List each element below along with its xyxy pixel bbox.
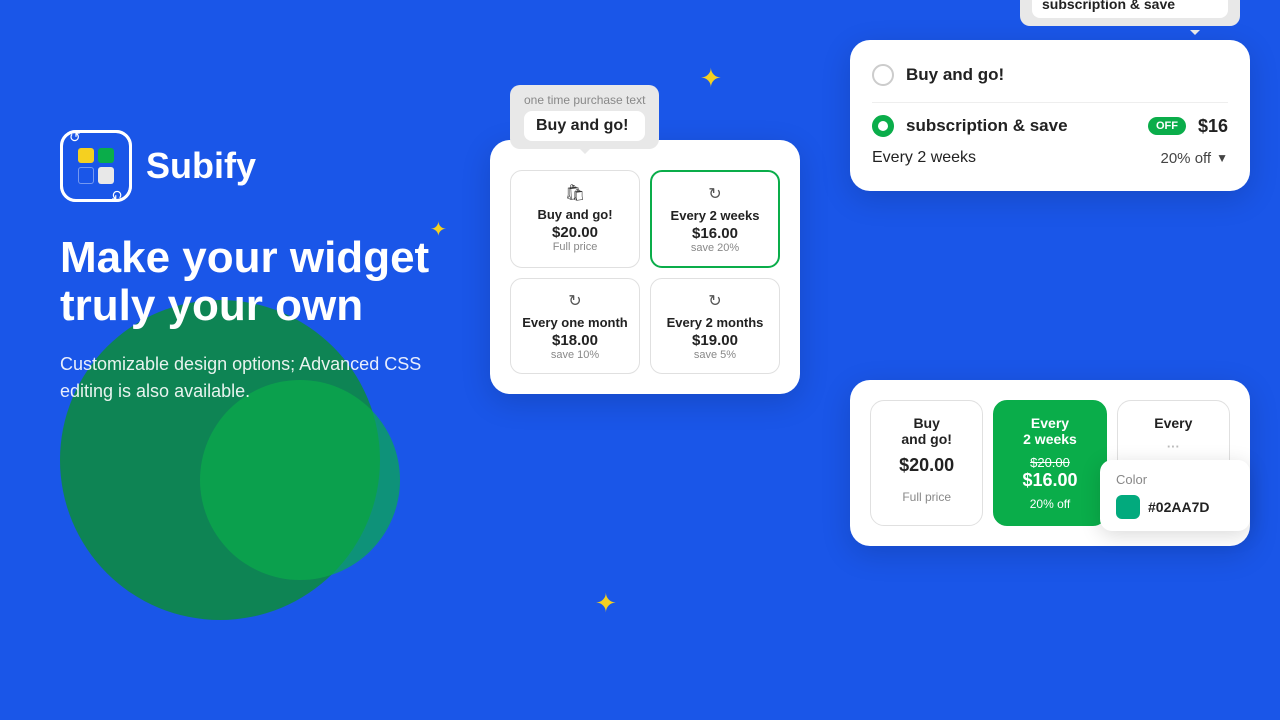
otp-tooltip-label: one time purchase text [524,93,645,107]
sub-price: $16 [1198,116,1228,137]
plan-2weeks-note: save 20% [662,242,768,254]
refresh-icon-1month: ↻ [568,291,581,311]
radio-buy-go[interactable] [872,64,894,86]
cpi-buy-go-title: Buyand go! [881,415,972,447]
plan-2weeks[interactable]: ↻ Every 2 weeks $16.00 save 20% [650,170,780,268]
plan-1month-name: Every one month [521,315,629,330]
widgets-area: one time purchase text Buy and go! 🛍 Buy… [490,40,1250,680]
color-picker-title: Color [1116,472,1234,487]
otp-tooltip-value: Buy and go! [524,111,645,141]
color-plan-buy-go[interactable]: Buyand go! $20.00 Full price [870,400,983,526]
plan-2weeks-name: Every 2 weeks [662,208,768,223]
hero-subtext: Customizable design options; Advanced CS… [60,351,440,405]
plan-2months-price: $19.00 [661,332,769,349]
off-badge: OFF [1148,117,1186,135]
discount-label[interactable]: 20% off ▼ [1161,150,1229,167]
sub-row-buy-go[interactable]: Buy and go! [872,64,1228,86]
otp-plan-grid: 🛍 Buy and go! $20.00 Full price ↻ Every … [510,170,780,374]
cpi-every-title: Every [1128,415,1219,431]
color-code: #02AA7D [1148,499,1209,515]
card-subscription: subscription purchase text subscription … [850,40,1250,191]
refresh-icon-2weeks: ↻ [708,184,721,204]
logo-area: ↺ ↺ Subify [60,130,440,202]
bag-icon: 🛍 [565,183,585,203]
plan-buy-go-note: Full price [521,241,629,253]
color-card-inner: Buyand go! $20.00 Full price Every2 week… [870,400,1230,526]
sub-tooltip-bubble: subscription purchase text subscription … [1020,0,1240,26]
dropdown-arrow-icon[interactable]: ▼ [1216,151,1228,165]
sub-label-sub-save: subscription & save [906,116,1136,136]
sub-label-buy-go: Buy and go! [906,65,1228,85]
sub-tooltip-value: subscription & save [1032,0,1228,18]
plan-1month-price: $18.00 [521,332,629,349]
plan-buy-go-name: Buy and go! [521,207,629,222]
cpi-buy-go-price: $20.00 [881,455,972,476]
plan-buy-go[interactable]: 🛍 Buy and go! $20.00 Full price [510,170,640,268]
logo-box: ↺ ↺ [60,130,132,202]
cpi-2weeks-price: $16.00 [1004,470,1095,491]
discount-value: 20% off [1161,150,1212,167]
radio-sub-save[interactable] [872,115,894,137]
brand-name: Subify [146,145,256,187]
cpi-buy-go-note: Full price [881,490,972,504]
sub-tooltip-container: subscription purchase text subscription … [1020,0,1240,30]
left-section: ↺ ↺ Subify Make your widget truly your o… [60,130,440,405]
plan-2months-note: save 5% [661,349,769,361]
cpi-2weeks-title: Every2 weeks [1004,415,1095,447]
cpi-2weeks-orig: $20.00 [1004,455,1095,470]
sub-row-sub-save[interactable]: subscription & save OFF $16 [872,115,1228,137]
card-one-time-purchase: one time purchase text Buy and go! 🛍 Buy… [490,140,800,394]
sub-divider [872,102,1228,103]
main-heading: Make your widget truly your own [60,234,440,331]
plan-2months[interactable]: ↻ Every 2 months $19.00 save 5% [650,278,780,374]
refresh-icon-2months: ↻ [708,291,721,311]
color-picker-row: #02AA7D [1116,495,1234,519]
plan-2months-name: Every 2 months [661,315,769,330]
plan-1month[interactable]: ↻ Every one month $18.00 save 10% [510,278,640,374]
plan-buy-go-price: $20.00 [521,224,629,241]
card-color-picker: Buyand go! $20.00 Full price Every2 week… [850,380,1250,546]
color-plan-2weeks[interactable]: Every2 weeks $20.00 $16.00 20% off [993,400,1106,526]
cpi-2weeks-note: 20% off [1004,497,1095,511]
frequency-row: Every 2 weeks 20% off ▼ [872,149,1228,167]
frequency-label: Every 2 weeks [872,149,976,167]
plan-2weeks-price: $16.00 [662,225,768,242]
color-swatch[interactable] [1116,495,1140,519]
plan-1month-note: save 10% [521,349,629,361]
color-picker-tooltip: Color #02AA7D [1100,460,1250,531]
green-blob-2 [200,380,400,580]
otp-tooltip-bubble: one time purchase text Buy and go! [510,85,659,149]
cpi-every-price: ··· [1128,439,1219,454]
